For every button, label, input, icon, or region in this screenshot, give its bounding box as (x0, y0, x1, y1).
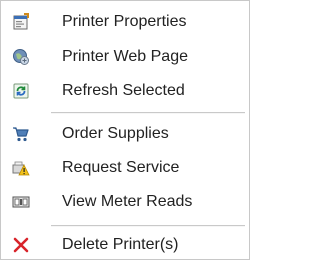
menu-item-label: Printer Web Page (62, 48, 188, 65)
menu-item-printer-properties[interactable]: Printer Properties (2, 6, 248, 36)
shopping-cart-icon (12, 125, 30, 143)
meter-reads-icon (12, 193, 30, 211)
menu-item-printer-web-page[interactable]: Printer Web Page (2, 41, 248, 71)
refresh-icon (12, 82, 30, 100)
menu-item-request-service[interactable]: Request Service (2, 152, 248, 182)
globe-web-icon (12, 48, 30, 66)
context-menu: Printer Properties Printer Web Page Refr… (0, 0, 250, 260)
printer-properties-icon (12, 13, 30, 31)
menu-separator (51, 225, 245, 227)
menu-item-label: View Meter Reads (62, 193, 193, 210)
menu-item-order-supplies[interactable]: Order Supplies (2, 118, 248, 148)
menu-item-refresh-selected[interactable]: Refresh Selected (2, 75, 248, 105)
menu-item-delete-printers[interactable]: Delete Printer(s) (2, 229, 248, 259)
menu-item-label: Delete Printer(s) (62, 236, 179, 253)
menu-item-view-meter-reads[interactable]: View Meter Reads (2, 186, 248, 216)
menu-item-label: Request Service (62, 159, 180, 176)
service-warning-icon (12, 159, 30, 177)
menu-separator (51, 112, 245, 114)
menu-item-label: Order Supplies (62, 125, 169, 142)
menu-item-label: Refresh Selected (62, 82, 185, 99)
menu-item-label: Printer Properties (62, 13, 187, 30)
delete-x-icon (12, 236, 30, 254)
